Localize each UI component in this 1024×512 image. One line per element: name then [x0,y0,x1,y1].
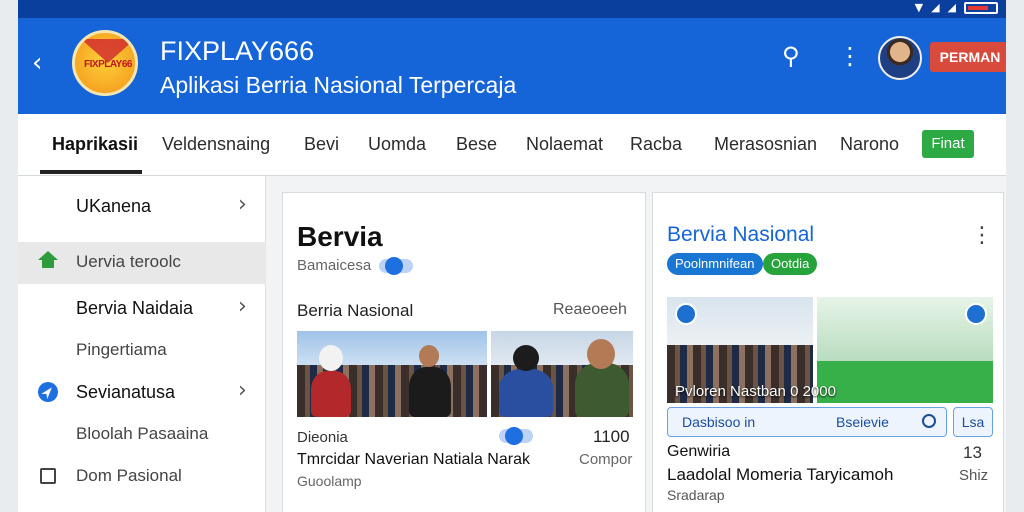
card-title: Bervia Nasional [667,223,815,246]
chevron-right-icon: › [238,378,247,403]
logo-text: FIXPLAY66 [84,59,132,70]
sidebar-item-4[interactable]: Sevianatusa › [18,372,266,414]
story-source: Guoolamp [297,473,362,489]
story-count: 1100 [593,427,630,446]
sidebar-item-label: Bervia Naidaia [76,298,194,318]
status-bar: ▼ ◢ ◢ [18,0,1006,18]
tab-action-chip[interactable]: Finat [922,130,974,158]
sidebar-item-5[interactable]: Bloolah Pasaaina [18,414,266,456]
header-action-button[interactable]: PERMAN [930,42,1006,72]
app-logo: FIXPLAY66 [72,30,138,96]
back-button[interactable]: ‹ [32,48,42,78]
category-chip[interactable]: Ootdia [763,253,818,275]
battery-icon [964,1,998,14]
active-tab-indicator [40,170,142,174]
card-subtitle: Bamaicesa [297,257,372,274]
story-category: Genwiria [667,443,731,460]
sidebar-item-label: Uervia teroolc [76,252,181,271]
news-photo-1[interactable] [297,331,487,417]
news-photo-4[interactable] [817,297,993,403]
tab-5[interactable]: Nolaemat [526,134,603,155]
story-toggle[interactable] [499,427,533,445]
story-count-label: Shiz [959,467,989,484]
tab-8[interactable]: Narono [840,134,899,155]
tab-7[interactable]: Merasosnian [714,134,817,155]
section-title: Berria Nasional [297,301,414,320]
card-title: Bervia [297,221,383,252]
more-options-icon[interactable]: ⋮ [971,223,993,248]
app-window: ▼ ◢ ◢ ‹ FIXPLAY66 FIXPLAY666 Aplikasi Be… [18,0,1006,512]
tab-3[interactable]: Uomda [368,134,426,155]
story-headline[interactable]: Laadolal Momeria Taryicamoh [667,465,893,485]
tab-1[interactable]: Veldensnaing [162,134,270,155]
category-chip[interactable]: Poolnmnifean [667,253,763,275]
compass-icon [38,382,58,402]
app-bar: ‹ FIXPLAY66 FIXPLAY666 Aplikasi Berria N… [18,18,1006,114]
news-card-main[interactable]: Bervia Bamaicesa Berria Nasional Reaeoee… [282,192,646,512]
home-icon [38,251,58,268]
sidebar-item-1[interactable]: Uervia teroolc [18,242,266,284]
section-link[interactable]: Reaeoeeh [553,301,627,319]
tab-bar: Haprikasii Veldensnaing Bevi Uomda Bese … [18,114,1006,176]
sidebar-item-0[interactable]: UKanena › [18,186,266,228]
cell-icon: ◢ [947,1,956,14]
news-card-national[interactable]: Bervia Nasional ⋮ Poolnmnifean Ootdia Pv… [652,192,1004,512]
wifi-icon: ◢ [931,1,940,14]
chevron-right-icon: › [238,294,247,319]
signal-icon: ▼ [914,1,924,14]
sidebar: UKanena › Uervia teroolc Bervia Naidaia … [18,176,266,512]
news-photo-2[interactable] [491,331,633,417]
tab-4[interactable]: Bese [456,134,497,155]
app-subtitle: Aplikasi Berria Nasional Terpercaja [160,72,517,98]
sidebar-item-6[interactable]: Dom Pasional [18,456,266,498]
story-source: Sradarap [667,487,725,503]
more-options-icon[interactable]: ⋮ [838,42,862,70]
story-count: 13 [963,443,982,462]
search-field-text: Dasbisoo in [682,414,756,430]
tab-0[interactable]: Haprikasii [52,134,138,155]
sidebar-item-label: Sevianatusa [76,382,176,402]
chevron-right-icon: › [238,192,247,217]
sidebar-item-label: Bloolah Pasaaina [76,424,209,443]
square-icon [40,468,56,484]
side-button[interactable]: Lsa [953,407,993,437]
card-toggle[interactable] [379,257,413,275]
app-title: FIXPLAY666 [160,36,315,66]
tab-2[interactable]: Bevi [304,134,339,155]
sidebar-item-3[interactable]: Pingertiama [18,330,266,372]
sidebar-item-label: UKanena [76,196,152,216]
story-count-label: Compor [579,451,633,468]
avatar[interactable] [878,36,922,80]
sidebar-item-label: Dom Pasional [76,466,182,485]
card-search-field[interactable]: Dasbisoo in Bseievie [667,407,947,437]
search-field-hint: Bseievie [836,414,889,430]
sidebar-item-2[interactable]: Bervia Naidaia › [18,288,266,330]
story-category: Dieonia [297,429,348,446]
story-headline[interactable]: Tmrcidar Naverian Natiala Narak [297,451,530,469]
search-icon[interactable]: ⚲ [782,42,800,70]
search-icon[interactable] [922,414,936,428]
tab-6[interactable]: Racba [630,134,682,155]
image-caption: Pvloren Nastban 0 2000 [675,383,836,400]
sidebar-item-label: Pingertiama [76,340,167,359]
